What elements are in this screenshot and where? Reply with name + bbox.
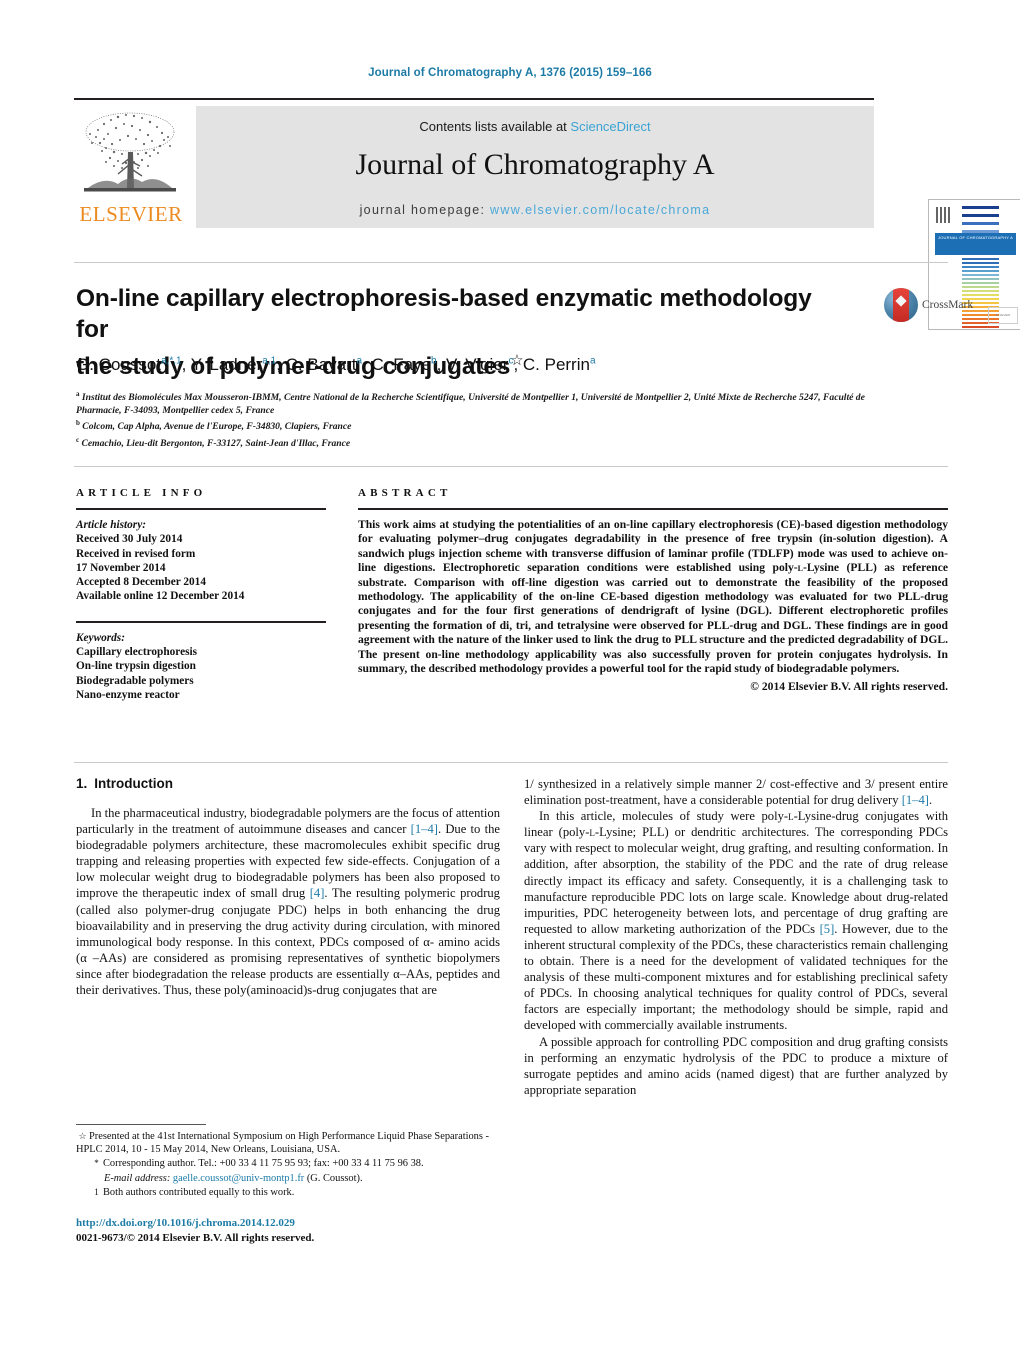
elsevier-wordmark: ELSEVIER: [79, 202, 183, 226]
elsevier-tree-icon: [84, 112, 176, 192]
author-list: G. Coussota,*,1, Y. Ladnera,1, C. Bayart…: [76, 355, 596, 374]
article-info-column: ARTICLE INFO Article history: Received 3…: [76, 487, 326, 702]
keyword-item: Biodegradable polymers: [76, 674, 194, 687]
history-item: Received in revised form: [76, 547, 196, 560]
article-info-rule: [76, 508, 326, 510]
section-number: 1.: [76, 776, 88, 791]
cover-publisher-badge: ELSEVIER: [988, 307, 1018, 324]
footnote-text: Both authors contributed equally to this…: [103, 1186, 295, 1198]
keywords-label: Keywords:: [76, 631, 125, 644]
keywords-rule: [76, 620, 326, 623]
section-heading-introduction: 1. Introduction: [76, 776, 500, 791]
masthead-top-rule: [74, 98, 874, 100]
journal-banner: Contents lists available at ScienceDirec…: [196, 106, 874, 228]
cover-title-text: JOURNAL OF CHROMATOGRAPHY A: [938, 235, 1014, 240]
homepage-label: journal homepage:: [359, 203, 486, 217]
body-column-right: 1/ synthesized in a relatively simple ma…: [524, 776, 948, 1098]
footnote-text: Presented at the 41st International Symp…: [76, 1131, 489, 1156]
issn-copyright-line: 0021-9673/© 2014 Elsevier B.V. All right…: [76, 1231, 315, 1244]
history-label: Article history:: [76, 519, 146, 531]
footnote-item: 1 Both authors contributed equally to thi…: [76, 1186, 500, 1199]
cover-qr-icon: [936, 207, 952, 223]
article-info-heading: ARTICLE INFO: [76, 487, 207, 499]
affiliation-list: a Institut des Biomolécules Max Moussero…: [76, 388, 876, 451]
abstract-rule: [358, 508, 948, 510]
crossmark-badge[interactable]: CrossMark: [884, 288, 973, 324]
keyword-item: On-line trypsin digestion: [76, 660, 196, 673]
history-item: Accepted 8 December 2014: [76, 576, 206, 589]
history-item: Available online 12 December 2014: [76, 590, 245, 603]
footnote-marker: ☆: [78, 1131, 87, 1141]
section-title: Introduction: [94, 776, 173, 791]
article-history-block: Article history: Received 30 July 2014 R…: [76, 518, 326, 604]
affiliation-item: b Colcom, Cap Alpha, Avenue de l'Europe,…: [76, 419, 352, 433]
intro-paragraph: In this article, molecules of study were…: [524, 809, 949, 1033]
journal-title: Journal of Chromatography A: [355, 148, 715, 181]
crossmark-icon: [884, 288, 918, 322]
footnote-marker: 1: [94, 1186, 99, 1197]
paper-page: Journal of Chromatography A, 1376 (2015)…: [0, 0, 1020, 1351]
intro-paragraph: In the pharmaceutical industry, biodegra…: [76, 806, 500, 998]
elsevier-logo: ELSEVIER: [76, 106, 184, 228]
intro-paragraph: 1/ synthesized in a relatively simple ma…: [524, 777, 948, 808]
history-item: 17 November 2014: [76, 561, 166, 574]
abstract-heading: ABSTRACT: [358, 487, 452, 499]
body-column-left: 1. Introduction In the pharmaceutical ind…: [76, 776, 500, 998]
affiliation-item: a Institut des Biomolécules Max Moussero…: [76, 390, 865, 416]
abstract-copyright: © 2014 Elsevier B.V. All rights reserved…: [750, 680, 948, 694]
sciencedirect-link[interactable]: ScienceDirect: [570, 119, 650, 134]
intro-paragraph: A possible approach for controlling PDC …: [524, 1034, 948, 1097]
footnote-item: ☆ Presented at the 41st International Sym…: [76, 1130, 500, 1156]
keywords-block: Keywords: Capillary electrophoresis On-l…: [76, 631, 326, 702]
cover-top-bars: [962, 206, 999, 233]
info-top-rule: [74, 466, 948, 467]
journal-masthead: ELSEVIER Contents lists available at Sci…: [74, 98, 1020, 330]
crossmark-label: CrossMark: [922, 299, 974, 311]
keyword-item: Capillary electrophoresis: [76, 646, 198, 659]
abstract-column: ABSTRACT This work aims at studying the …: [358, 487, 948, 693]
title-line-1: On-line capillary electrophoresis-based …: [76, 285, 812, 343]
journal-homepage-line: journal homepage: www.elsevier.com/locat…: [196, 203, 874, 217]
title-top-rule: [74, 262, 948, 263]
cover-title-band: JOURNAL OF CHROMATOGRAPHY A: [935, 233, 1016, 255]
keyword-item: Nano-enzyme reactor: [76, 688, 180, 701]
doi-link[interactable]: http://dx.doi.org/10.1016/j.chroma.2014.…: [76, 1216, 500, 1231]
doi-block: http://dx.doi.org/10.1016/j.chroma.2014.…: [76, 1216, 500, 1245]
info-bottom-rule: [74, 762, 948, 763]
affiliation-item: c Cemachio, Lieu-dit Bergonton, F-33127,…: [76, 436, 351, 450]
contents-prefix: Contents lists available at: [419, 119, 571, 134]
footnote-item: E-mail address: gaelle.coussot@univ-mont…: [76, 1172, 500, 1185]
footnote-rule: [76, 1124, 206, 1125]
history-item: Received 30 July 2014: [76, 533, 183, 546]
footnote-text: E-mail address: gaelle.coussot@univ-mont…: [104, 1172, 363, 1184]
footnote-item: * Corresponding author. Tel.: +00 33 4 11…: [76, 1157, 500, 1170]
footnote-text: Corresponding author. Tel.: +00 33 4 11 …: [103, 1158, 424, 1170]
journal-citation-line: Journal of Chromatography A, 1376 (2015)…: [368, 67, 652, 79]
homepage-url-link[interactable]: www.elsevier.com/locate/chroma: [490, 203, 710, 217]
footnote-block: ☆ Presented at the 41st International Sym…: [76, 1130, 500, 1200]
abstract-text: This work aims at studying the potential…: [358, 518, 948, 676]
footnote-marker: *: [94, 1158, 99, 1169]
contents-available-line: Contents lists available at ScienceDirec…: [196, 119, 874, 134]
